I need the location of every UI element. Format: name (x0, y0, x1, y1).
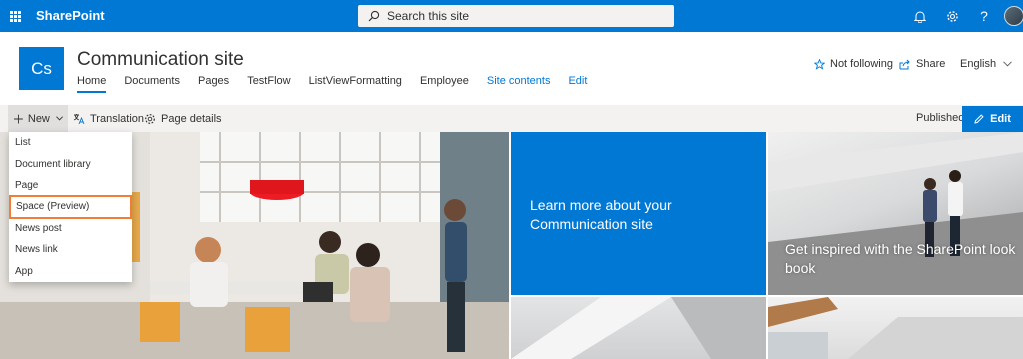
hero-webpart: Learn more about your Communication site… (0, 132, 1023, 359)
site-navigation: Home Documents Pages TestFlow ListViewFo… (77, 75, 605, 93)
plus-icon (14, 114, 23, 123)
nav-employee[interactable]: Employee (420, 75, 469, 93)
help-icon[interactable]: ? (968, 0, 1000, 32)
menu-item-list[interactable]: List (9, 132, 132, 153)
chevron-down-icon (56, 116, 63, 121)
site-title[interactable]: Communication site (77, 49, 244, 71)
hero-tile-look-book[interactable]: Get inspired with the SharePoint look bo… (768, 132, 1023, 295)
menu-item-document-library[interactable]: Document library (9, 153, 132, 174)
settings-gear-icon[interactable] (936, 0, 968, 32)
hero-tile-interior[interactable] (768, 297, 1023, 359)
brand-name[interactable]: SharePoint (36, 8, 105, 23)
gear-icon (145, 113, 155, 124)
hero-tile-look-book-text: Get inspired with the SharePoint look bo… (785, 241, 1016, 276)
follow-button[interactable]: Not following (814, 58, 893, 70)
share-icon (899, 59, 910, 69)
language-label: English (960, 58, 997, 70)
chevron-down-icon (1003, 61, 1012, 67)
star-icon (814, 58, 825, 70)
nav-documents[interactable]: Documents (124, 75, 180, 93)
follow-label: Not following (830, 58, 893, 70)
language-selector[interactable]: English (960, 58, 1012, 70)
app-launcher-icon[interactable] (0, 0, 30, 32)
search-icon (368, 10, 380, 22)
menu-item-news-post[interactable]: News post (9, 218, 132, 239)
share-button[interactable]: Share (899, 58, 945, 70)
nav-pages[interactable]: Pages (198, 75, 229, 93)
pencil-icon (974, 114, 984, 124)
interior-image (768, 297, 1023, 359)
new-menu-dropdown: List Document library Page Space (Previe… (9, 132, 132, 282)
search-box[interactable]: Search this site (358, 5, 674, 27)
site-logo[interactable]: Cs (19, 47, 64, 90)
hero-tile-learn-more[interactable]: Learn more about your Communication site (511, 132, 766, 295)
edit-label: Edit (990, 113, 1011, 125)
notifications-bell-icon[interactable] (904, 0, 936, 32)
share-label: Share (916, 58, 946, 70)
suite-bar: SharePoint Search this site ? (0, 0, 1023, 32)
translation-icon (73, 113, 85, 124)
user-avatar[interactable] (1004, 6, 1023, 26)
nav-testflow[interactable]: TestFlow (247, 75, 290, 93)
nav-edit[interactable]: Edit (568, 75, 587, 93)
menu-item-news-link[interactable]: News link (9, 239, 132, 260)
new-button[interactable]: New (8, 105, 68, 132)
page-details-label: Page details (161, 112, 222, 125)
architecture-image (511, 297, 766, 359)
nav-site-contents[interactable]: Site contents (487, 75, 551, 93)
search-placeholder: Search this site (387, 9, 470, 23)
hero-tile-learn-more-text: Learn more about your Communication site (530, 197, 672, 232)
nav-listviewformatting[interactable]: ListViewFormatting (309, 75, 402, 93)
hero-tile-architecture[interactable] (511, 297, 766, 359)
publish-status: Published (916, 112, 965, 124)
menu-item-page[interactable]: Page (9, 175, 132, 196)
edit-page-button[interactable]: Edit (962, 106, 1023, 132)
translation-button[interactable]: Translation (73, 105, 144, 132)
command-bar: New Translation Page details Published (0, 105, 1023, 132)
translation-label: Translation (90, 112, 145, 125)
new-label: New (27, 112, 50, 125)
site-header: Cs Communication site Home Documents Pag… (0, 32, 1023, 105)
nav-home[interactable]: Home (77, 75, 107, 93)
menu-item-app[interactable]: App (9, 260, 132, 281)
menu-item-space-preview[interactable]: Space (Preview) (9, 195, 132, 219)
page-details-button[interactable]: Page details (144, 105, 222, 132)
